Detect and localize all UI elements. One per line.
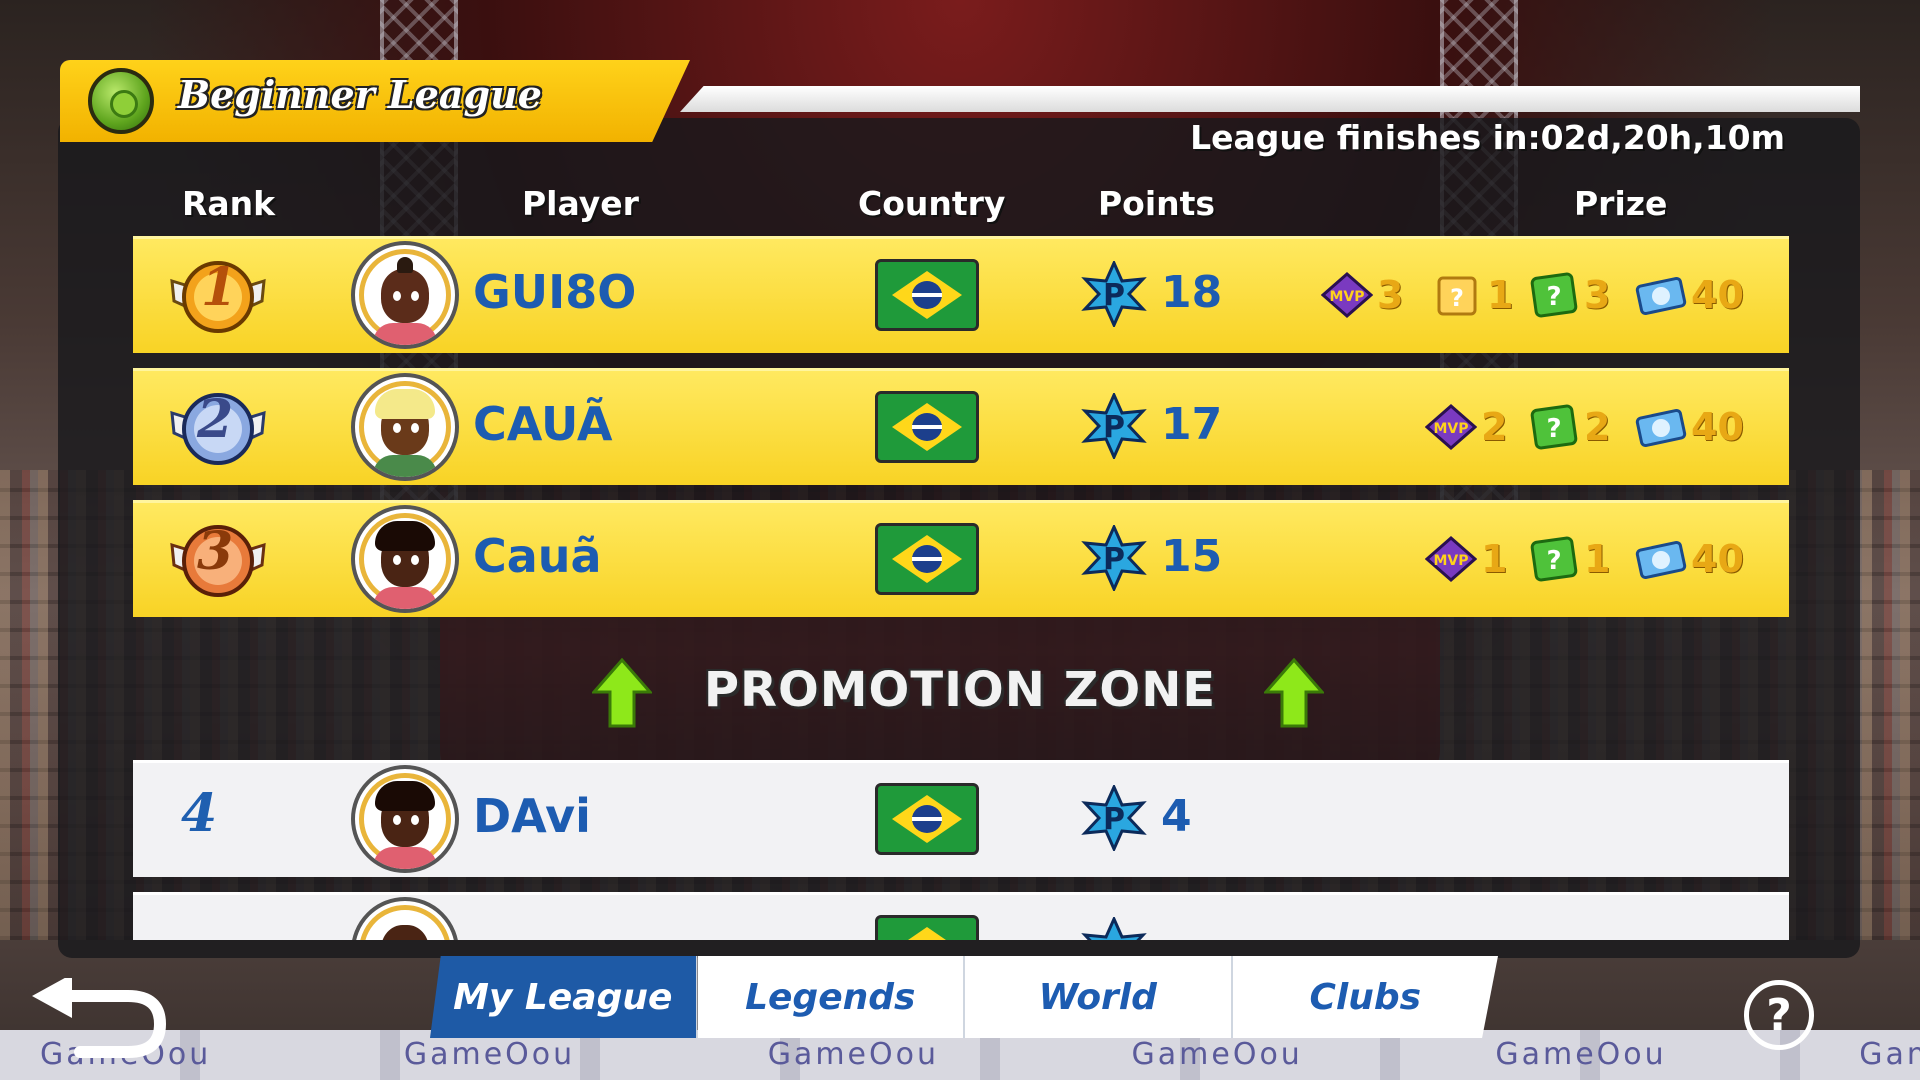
svg-text:?: ? [1546,414,1561,444]
tab-my-league[interactable]: My League [430,956,698,1038]
mystery-card-icon: ? [1530,536,1578,582]
mvp-badge-icon: MVP [1321,272,1373,318]
player-name: CAUÃ [473,397,613,451]
svg-text:P: P [1103,410,1125,445]
ad-text: GameOou [403,1037,576,1072]
player-points: 4 [1161,791,1192,842]
league-badge-icon [88,68,154,134]
points-star-icon: P [1081,525,1147,591]
player-avatar [351,373,459,481]
mystery-card-icon: ? [1530,404,1578,450]
player-avatar [351,241,459,349]
column-header-player: Player [522,184,639,223]
ad-text: GameOou [1859,1037,1920,1072]
tab-world[interactable]: World [965,956,1233,1038]
help-icon[interactable]: ? [1744,980,1814,1050]
prize-box-count: 1 [1487,273,1514,317]
prize-mystery-count: 2 [1584,405,1611,449]
prize-coins: 40 [1635,531,1744,587]
player-name: Cauã [473,529,602,583]
svg-text:?: ? [1546,282,1561,312]
league-tabs: My League Legends World Clubs [430,956,1498,1038]
mvp-badge-icon: MVP [1425,536,1477,582]
ticket-icon [1635,408,1687,448]
mystery-card-icon: ? [1530,272,1578,318]
promotion-zone-label: PROMOTION ZONE [703,662,1217,718]
points-star-icon [1081,917,1147,940]
points-star-icon: P [1081,393,1147,459]
player-avatar [351,897,459,940]
league-title: Beginner League [178,72,542,117]
svg-text:P: P [1103,802,1125,837]
points-star-icon: P [1081,261,1147,327]
prize-mystery: ? 3 [1528,267,1610,323]
svg-text:MVP: MVP [1329,289,1364,305]
svg-text:MVP: MVP [1433,421,1468,437]
prize-mvp: MVP 3 [1321,267,1403,323]
prize-coins-count: 40 [1691,405,1744,449]
player-avatar [351,765,459,873]
player-points: 18 [1161,267,1223,318]
leaderboard-row[interactable]: 4 DAvi P 4 [133,760,1789,877]
svg-text:?: ? [1546,546,1561,576]
header-divider [680,86,1860,112]
brazil-flag-icon [875,915,979,940]
prize-coins: 40 [1635,399,1744,455]
column-header-country: Country [858,184,1006,223]
up-arrow-icon [1264,658,1324,728]
prize-mystery: ? 1 [1528,531,1610,587]
column-header-rank: Rank [182,184,276,223]
prize-mvp-count: 3 [1377,273,1404,317]
prize-coins: 40 [1635,267,1744,323]
leaderboard-row[interactable]: 3 Cauã P 15 MVP 1 ? 1 40 [133,500,1789,617]
prize-mystery-count: 1 [1584,537,1611,581]
player-points: 15 [1161,531,1223,582]
player-name: GUI8O [473,265,637,319]
svg-text:MVP: MVP [1433,553,1468,569]
rank-number: 1 [201,257,238,318]
tab-legends[interactable]: Legends [697,956,965,1038]
prize-coins-count: 40 [1691,273,1744,317]
player-name: DAvi [473,789,591,843]
tab-clubs[interactable]: Clubs [1232,956,1498,1038]
rank-number: 2 [197,389,234,450]
brazil-flag-icon [875,259,979,331]
leaderboard-row[interactable]: 1 GUI8O P 18 MVP 3 ? 1 ? 3 40 [133,236,1789,353]
prize-mystery-count: 3 [1584,273,1611,317]
leaderboard-scroll-area[interactable]: 4 DAvi P 4 [133,760,1789,940]
prize-mystery: ? 2 [1528,399,1610,455]
player-avatar [351,505,459,613]
prize-box: ? 1 [1431,267,1513,323]
rank-number: 3 [197,521,234,582]
ad-text: GameOou [1495,1037,1667,1072]
brazil-flag-icon [875,523,979,595]
prize-mvp: MVP 1 [1425,531,1507,587]
ticket-icon [1635,276,1687,316]
prize-mvp: MVP 2 [1425,399,1507,455]
ticket-icon [1635,540,1687,580]
column-header-points: Points [1098,184,1216,223]
points-star-icon: P [1081,785,1147,851]
brazil-flag-icon [875,783,979,855]
back-arrow-icon[interactable] [28,978,168,1058]
brazil-flag-icon [875,391,979,463]
prize-mvp-count: 1 [1481,537,1508,581]
gold-box-icon: ? [1437,276,1477,316]
column-header-prize: Prize [1574,184,1668,223]
svg-text:?: ? [1450,284,1464,312]
leaderboard-row[interactable] [133,892,1789,940]
svg-text:P: P [1103,278,1125,313]
prize-coins-count: 40 [1691,537,1744,581]
league-countdown: League finishes in:02d,20h,10m [1190,118,1785,157]
prize-mvp-count: 2 [1481,405,1508,449]
ad-text: GameOou [767,1037,939,1072]
leaderboard-row[interactable]: 2 CAUÃ P 17 MVP 2 ? 2 40 [133,368,1789,485]
ad-text: GameOou [1131,1037,1303,1072]
mvp-badge-icon: MVP [1425,404,1477,450]
svg-text:P: P [1103,542,1125,577]
rank-number: 4 [181,783,218,844]
player-points: 17 [1161,399,1223,450]
